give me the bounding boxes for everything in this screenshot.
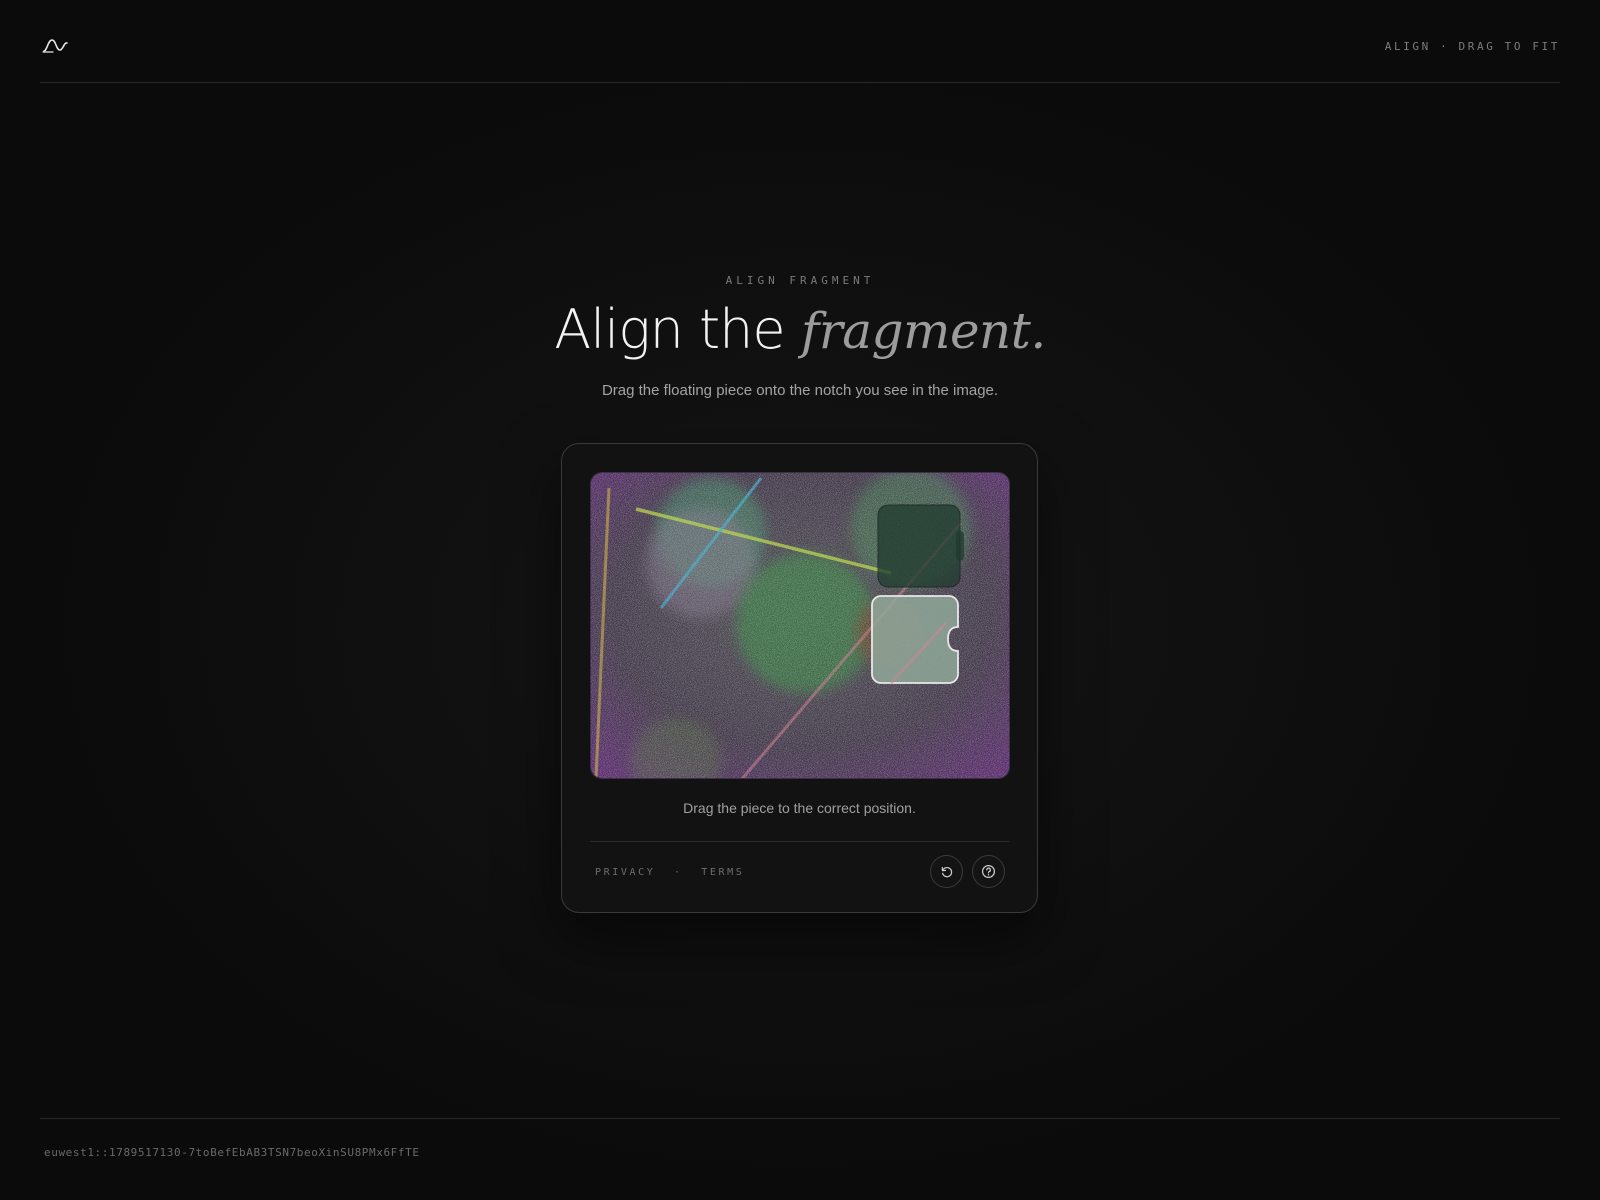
refresh-icon bbox=[941, 866, 952, 877]
session-id: euwest1::1789517130-7toBefEbAB3TSN7beoXi… bbox=[44, 1146, 420, 1159]
privacy-link[interactable]: PRIVACY bbox=[595, 867, 655, 878]
challenge-status: Drag the piece to the correct position. bbox=[683, 800, 916, 816]
footer-divider bbox=[40, 1118, 1560, 1119]
title-accent: fragment. bbox=[800, 302, 1046, 360]
legal-links: PRIVACY · TERMS bbox=[595, 867, 744, 878]
captcha-card: Drag the piece to the correct position. … bbox=[561, 443, 1038, 913]
header-status: ALIGN · DRAG TO FIT bbox=[1384, 40, 1560, 53]
draggable-puzzle-piece[interactable] bbox=[871, 595, 959, 685]
card-divider bbox=[590, 841, 1009, 842]
page: ALIGN · DRAG TO FIT ALIGN FRAGMENT Align… bbox=[0, 0, 1600, 1200]
terms-link[interactable]: TERMS bbox=[701, 867, 744, 878]
page-title: Align the fragment. bbox=[0, 298, 1600, 363]
title-plain: Align the bbox=[554, 298, 785, 361]
legal-separator: · bbox=[673, 867, 683, 878]
help-button[interactable] bbox=[972, 855, 1005, 888]
puzzle-image bbox=[590, 472, 1010, 779]
wave-logo-icon[interactable] bbox=[42, 34, 70, 56]
page-subtitle: Drag the floating piece onto the notch y… bbox=[601, 382, 999, 399]
eyebrow-label: ALIGN FRAGMENT bbox=[725, 274, 875, 287]
top-bar: ALIGN · DRAG TO FIT bbox=[40, 0, 1560, 83]
help-circle-icon bbox=[981, 864, 996, 879]
target-notch bbox=[877, 504, 964, 588]
refresh-button[interactable] bbox=[930, 855, 963, 888]
